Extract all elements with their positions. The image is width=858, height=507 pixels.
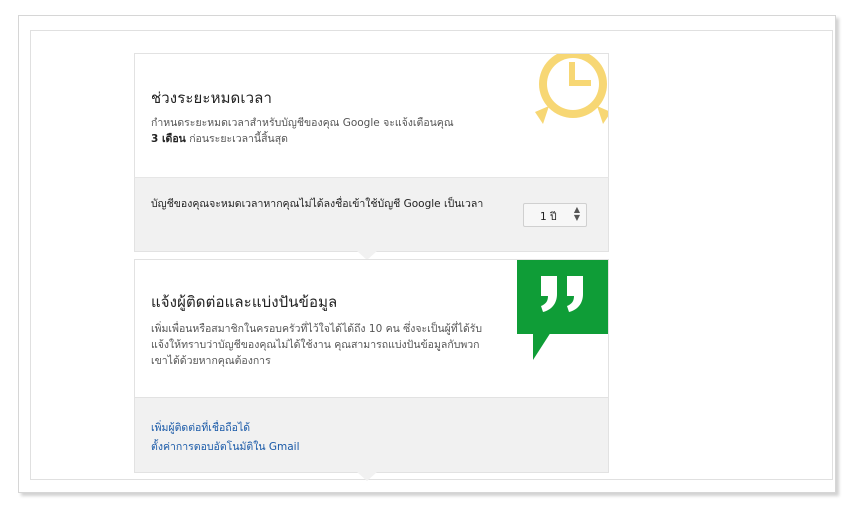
timeout-warning-period: 3 เดือน bbox=[151, 133, 186, 145]
up-down-arrow-icon: ▲ ▼ bbox=[573, 205, 580, 222]
timeout-desc-text: กำหนดระยะหมดเวลาสำหรับบัญชีของคุณ Google… bbox=[151, 117, 454, 129]
timeout-period-value: 1 ปี bbox=[540, 211, 557, 223]
timeout-desc-tail: ก่อนระยะเวลานี้สิ้นสุด bbox=[185, 133, 288, 145]
timeout-period-select[interactable]: 1 ปี ▲ ▼ bbox=[523, 203, 587, 227]
timeout-setting-row: บัญชีของคุณจะหมดเวลาหากคุณไม่ได้ลงชื่อเข… bbox=[134, 177, 609, 252]
section-pointer-bottom bbox=[357, 472, 377, 481]
contacts-title: แจ้งผู้ติดต่อและแบ่งปันข้อมูล bbox=[151, 293, 338, 311]
timeout-description: กำหนดระยะหมดเวลาสำหรับบัญชีของคุณ Google… bbox=[151, 115, 491, 147]
add-trusted-contact-link[interactable]: เพิ่มผู้ติดต่อที่เชื่อถือได้ bbox=[151, 419, 250, 436]
timeout-card: ช่วงระยะหมดเวลา กำหนดระยะหมดเวลาสำหรับบั… bbox=[134, 53, 609, 178]
alarm-clock-icon bbox=[513, 54, 608, 144]
contacts-links-row: เพิ่มผู้ติดต่อที่เชื่อถือได้ ตั้งค่าการต… bbox=[134, 397, 609, 473]
timeout-setting-label: บัญชีของคุณจะหมดเวลาหากคุณไม่ได้ลงชื่อเข… bbox=[151, 198, 484, 210]
timeout-title: ช่วงระยะหมดเวลา bbox=[151, 89, 272, 107]
quote-bubble-icon bbox=[517, 260, 608, 362]
contacts-card: แจ้งผู้ติดต่อและแบ่งปันข้อมูล เพิ่มเพื่อ… bbox=[134, 259, 609, 398]
contacts-description: เพิ่มเพื่อนหรือสมาชิกในครอบครัวที่ไว้ใจไ… bbox=[151, 323, 483, 367]
gmail-autoreply-link[interactable]: ตั้งค่าการตอบอัตโนมัติใน Gmail bbox=[151, 438, 300, 455]
